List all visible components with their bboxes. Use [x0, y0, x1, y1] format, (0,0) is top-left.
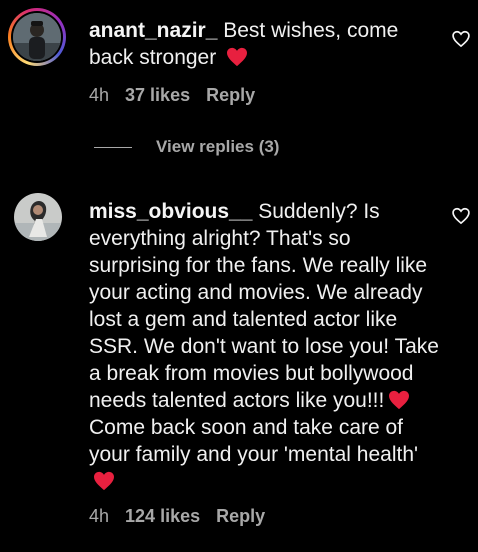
comment-body: anant_nazir_ Best wishes, come back stro…: [89, 17, 441, 71]
heart-outline-icon[interactable]: [451, 29, 471, 49]
view-replies-button[interactable]: View replies (3): [94, 137, 279, 157]
avatar-story-ring[interactable]: [8, 8, 66, 66]
comment-body: miss_obvious__ Suddenly? Is everything a…: [89, 198, 441, 495]
reply-button[interactable]: Reply: [216, 506, 265, 527]
comment-likes-count[interactable]: 124 likes: [125, 506, 200, 527]
reply-button[interactable]: Reply: [206, 85, 255, 106]
comment-time: 4h: [89, 85, 110, 105]
heart-outline-icon[interactable]: [451, 206, 471, 226]
comment-time: 4h: [89, 506, 110, 526]
comment-item: anant_nazir_ Best wishes, come back stro…: [0, 0, 478, 130]
red-heart-emoji-icon: [227, 47, 248, 67]
view-replies-label: View replies (3): [156, 137, 280, 156]
avatar[interactable]: [14, 193, 62, 241]
red-heart-emoji-icon: [389, 390, 410, 410]
view-replies-divider: [94, 146, 132, 148]
avatar: [13, 13, 61, 61]
comment-meta: 4h 37 likes Reply: [89, 85, 255, 106]
red-heart-emoji-icon: [94, 471, 114, 491]
comment-username[interactable]: miss_obvious__: [89, 200, 252, 223]
comment-username[interactable]: anant_nazir_: [89, 19, 217, 42]
comment-text-continued: Come back soon and take care of your fam…: [89, 416, 419, 466]
comment-item: miss_obvious__ Suddenly? Is everything a…: [0, 180, 478, 552]
comment-text: Suddenly? Is everything alright? That's …: [89, 200, 439, 412]
comment-likes-count[interactable]: 37 likes: [125, 85, 190, 106]
comment-meta: 4h 124 likes Reply: [89, 506, 265, 527]
